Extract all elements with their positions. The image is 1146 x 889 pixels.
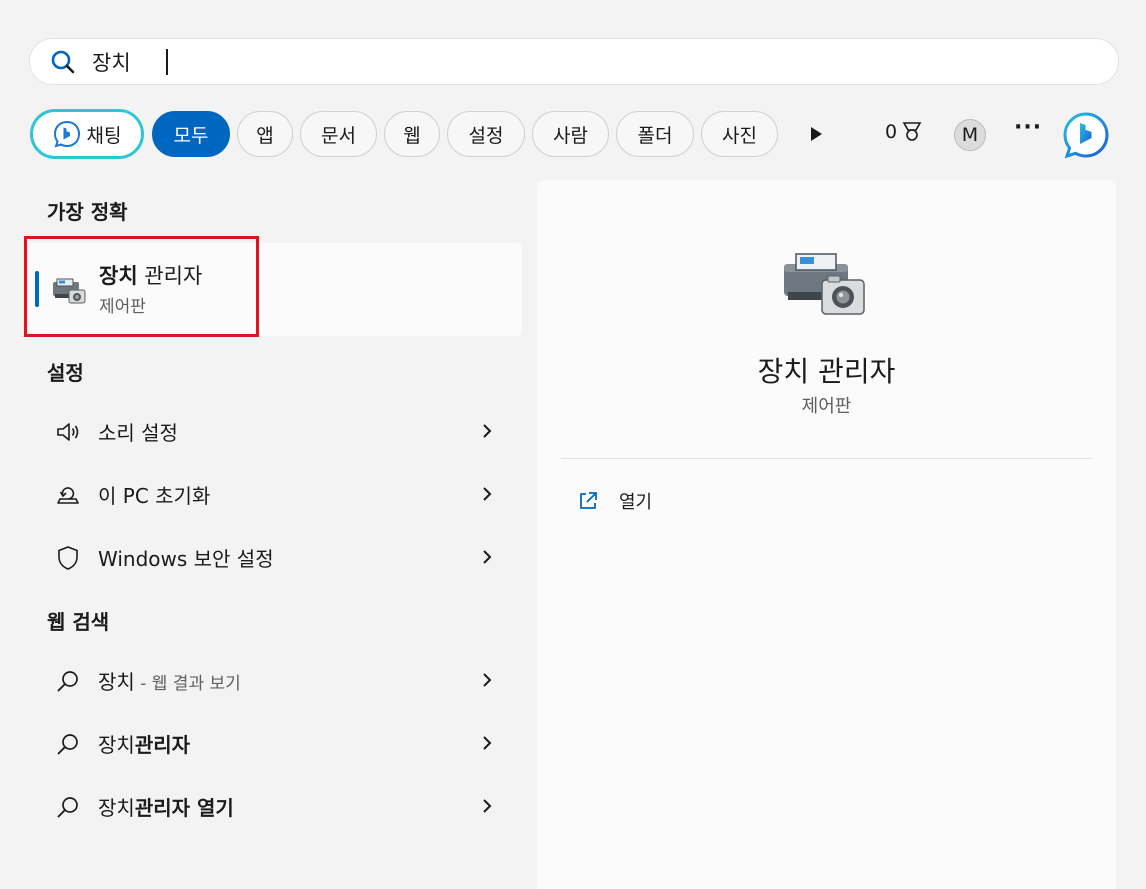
preview-title: 장치 관리자 <box>757 355 896 388</box>
shield-icon <box>58 546 78 570</box>
settings-item-windows-security[interactable]: Windows 보안 설정 <box>29 529 522 585</box>
preview-subtitle: 제어판 <box>801 396 852 417</box>
web-result-plain: 장치 <box>98 796 135 820</box>
chevron-right-icon <box>483 487 492 501</box>
tab-people[interactable]: 사람 <box>532 111 609 157</box>
chat-button[interactable]: 채팅 <box>30 109 144 159</box>
tab-all[interactable]: 모두 <box>152 111 230 157</box>
chevron-right-icon <box>483 799 492 813</box>
tab-photos[interactable]: 사진 <box>701 111 778 157</box>
best-match-heading: 가장 정확 <box>47 200 128 224</box>
preview-pane: 장치 관리자 제어판 열기 <box>537 180 1116 889</box>
tab-settings[interactable]: 설정 <box>447 111 525 157</box>
web-result-bold: 관리자 <box>134 733 191 757</box>
chevron-right-icon <box>483 550 492 564</box>
avatar[interactable]: M <box>954 119 986 151</box>
more-options-button[interactable]: ··· <box>1014 115 1042 140</box>
search-icon <box>57 797 78 818</box>
text-caret <box>166 49 168 75</box>
search-input[interactable] <box>92 49 992 74</box>
search-icon <box>57 734 78 755</box>
search-box[interactable] <box>29 38 1119 85</box>
filter-bar: 채팅 모두 앱 문서 웹 설정 사람 폴더 사진 0 M ··· <box>30 109 1120 159</box>
web-result-item[interactable]: 장치 - 웹 결과 보기 <box>29 652 522 708</box>
open-external-icon <box>580 492 597 509</box>
web-search-heading: 웹 검색 <box>47 610 110 634</box>
speaker-icon <box>57 423 79 441</box>
web-result-plain: 장치 <box>98 670 135 694</box>
chat-label: 채팅 <box>86 124 122 147</box>
web-result-suffix: - 웹 결과 보기 <box>134 674 241 694</box>
rewards-count: 0 <box>885 121 898 143</box>
chevron-right-icon <box>483 424 492 438</box>
web-result-label: 장치관리자 열기 <box>98 792 234 821</box>
search-icon <box>51 50 75 73</box>
open-action-label: 열기 <box>619 492 653 513</box>
web-result-item[interactable]: 장치관리자 열기 <box>29 778 522 834</box>
tab-documents[interactable]: 문서 <box>300 111 377 157</box>
chevron-right-icon <box>483 736 492 750</box>
settings-heading: 설정 <box>47 361 84 385</box>
web-result-plain: 장치 <box>98 733 135 757</box>
web-result-item[interactable]: 장치관리자 <box>29 715 522 771</box>
play-more-filters-icon[interactable] <box>806 124 826 144</box>
settings-item-label: Windows 보안 설정 <box>98 547 274 571</box>
settings-item-label: 이 PC 초기화 <box>98 484 211 508</box>
divider <box>561 458 1092 459</box>
medal-icon <box>902 122 922 141</box>
open-action[interactable]: 열기 <box>577 486 652 516</box>
settings-item-sound[interactable]: 소리 설정 <box>29 403 522 459</box>
rewards-points[interactable]: 0 <box>885 121 923 143</box>
web-result-label: 장치 - 웹 결과 보기 <box>98 666 241 695</box>
reset-pc-icon <box>57 487 79 504</box>
tab-web[interactable]: 웹 <box>384 111 440 157</box>
web-result-label: 장치관리자 <box>98 729 190 758</box>
search-icon <box>57 671 78 692</box>
device-manager-icon <box>784 253 865 315</box>
highlight-box <box>24 236 259 337</box>
tab-folders[interactable]: 폴더 <box>616 111 694 157</box>
chevron-right-icon <box>483 673 492 687</box>
settings-item-label: 소리 설정 <box>98 421 178 445</box>
web-result-bold: 관리자 열기 <box>134 796 234 820</box>
bing-chat-icon <box>53 120 80 148</box>
tab-apps[interactable]: 앱 <box>237 111 293 157</box>
bing-icon[interactable] <box>1062 111 1110 159</box>
settings-item-reset-pc[interactable]: 이 PC 초기화 <box>29 466 522 522</box>
